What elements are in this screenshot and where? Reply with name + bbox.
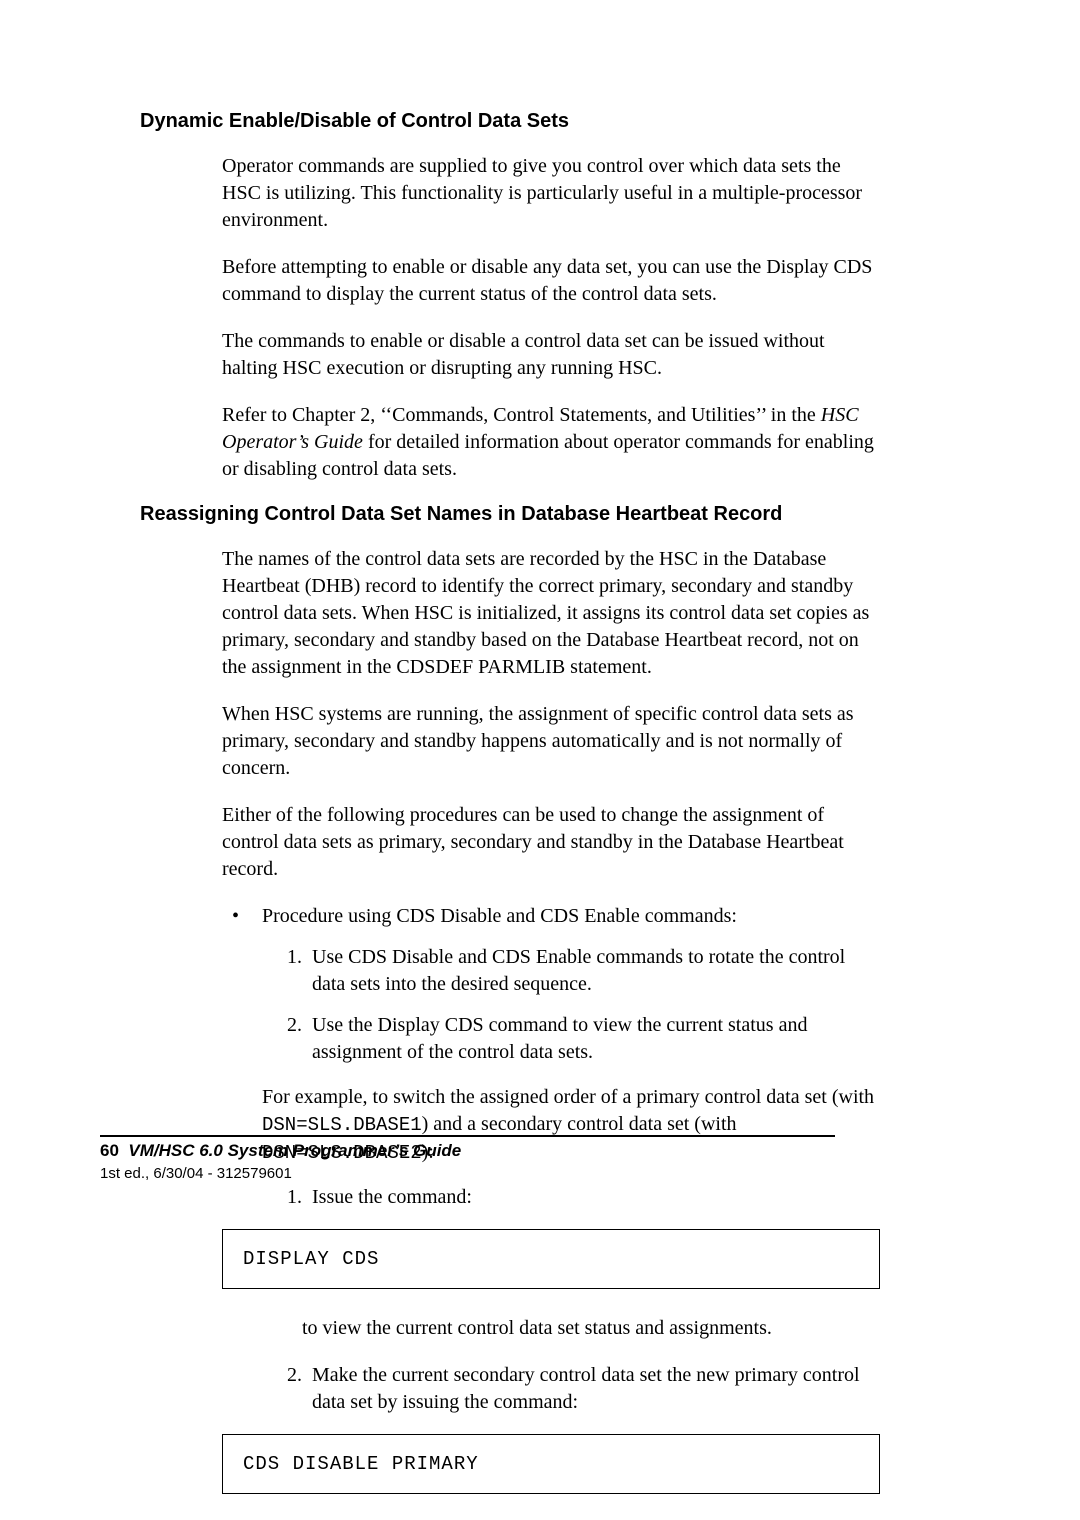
page-number: 60: [100, 1141, 119, 1160]
example-pre: For example, to switch the assigned orde…: [262, 1086, 874, 1108]
bullet-marker: •: [222, 903, 262, 930]
substep-2-marker: 2.: [242, 1362, 312, 1416]
step-1-text: Use CDS Disable and CDS Enable commands …: [312, 944, 880, 998]
para-s1-1: Operator commands are supplied to give y…: [222, 153, 880, 234]
bullet-text: Procedure using CDS Disable and CDS Enab…: [262, 903, 880, 930]
step-1: 1. Use CDS Disable and CDS Enable comman…: [242, 944, 880, 998]
heading-reassigning-cds-names: Reassigning Control Data Set Names in Da…: [140, 503, 880, 526]
substep-1: 1. Issue the command:: [242, 1184, 880, 1211]
para-s1-4-pre: Refer to Chapter 2, ‘‘Commands, Control …: [222, 404, 821, 426]
step-2-text: Use the Display CDS command to view the …: [312, 1012, 880, 1066]
example-mid: ) and a secondary control data set (with: [422, 1113, 737, 1135]
para-s1-2: Before attempting to enable or disable a…: [222, 254, 880, 308]
content-area: Dynamic Enable/Disable of Control Data S…: [140, 110, 880, 1520]
substep-1-marker: 1.: [242, 1184, 312, 1211]
substep-1-after: to view the current control data set sta…: [302, 1315, 880, 1342]
para-s1-4: Refer to Chapter 2, ‘‘Commands, Control …: [222, 402, 880, 483]
substep-1-text: Issue the command:: [312, 1184, 880, 1211]
heading-dynamic-enable-disable: Dynamic Enable/Disable of Control Data S…: [140, 110, 880, 133]
numbered-steps: 1. Use CDS Disable and CDS Enable comman…: [242, 944, 880, 1066]
code-box-display-cds: DISPLAY CDS: [222, 1229, 880, 1289]
para-s2-2: When HSC systems are running, the assign…: [222, 701, 880, 782]
section2-body-cont: to view the current control data set sta…: [222, 1315, 880, 1416]
section2-body: The names of the control data sets are r…: [222, 546, 880, 1211]
footer-line1: 60 VM/HSC 6.0 System Programmer’s Guide: [100, 1141, 461, 1161]
footer-edition: 1st ed., 6/30/04 - 312579601: [100, 1165, 461, 1182]
step-1-marker: 1.: [242, 944, 312, 998]
step-2-marker: 2.: [242, 1012, 312, 1066]
substep-2: 2. Make the current secondary control da…: [242, 1362, 880, 1416]
page: Dynamic Enable/Disable of Control Data S…: [0, 0, 1080, 1397]
code-box-cds-disable-primary: CDS DISABLE PRIMARY: [222, 1434, 880, 1494]
para-s1-3: The commands to enable or disable a cont…: [222, 328, 880, 382]
para-s2-3: Either of the following procedures can b…: [222, 802, 880, 883]
example-code1: DSN=SLS.DBASE1: [262, 1114, 422, 1136]
footer-title: VM/HSC 6.0 System Programmer’s Guide: [128, 1141, 461, 1160]
bullet-procedure: • Procedure using CDS Disable and CDS En…: [222, 903, 880, 930]
substep-2-text: Make the current secondary control data …: [312, 1362, 880, 1416]
para-s2-1: The names of the control data sets are r…: [222, 546, 880, 681]
section1-body: Operator commands are supplied to give y…: [222, 153, 880, 483]
footer-rule: [100, 1135, 835, 1137]
step-2: 2. Use the Display CDS command to view t…: [242, 1012, 880, 1066]
footer: 60 VM/HSC 6.0 System Programmer’s Guide …: [100, 1141, 461, 1182]
